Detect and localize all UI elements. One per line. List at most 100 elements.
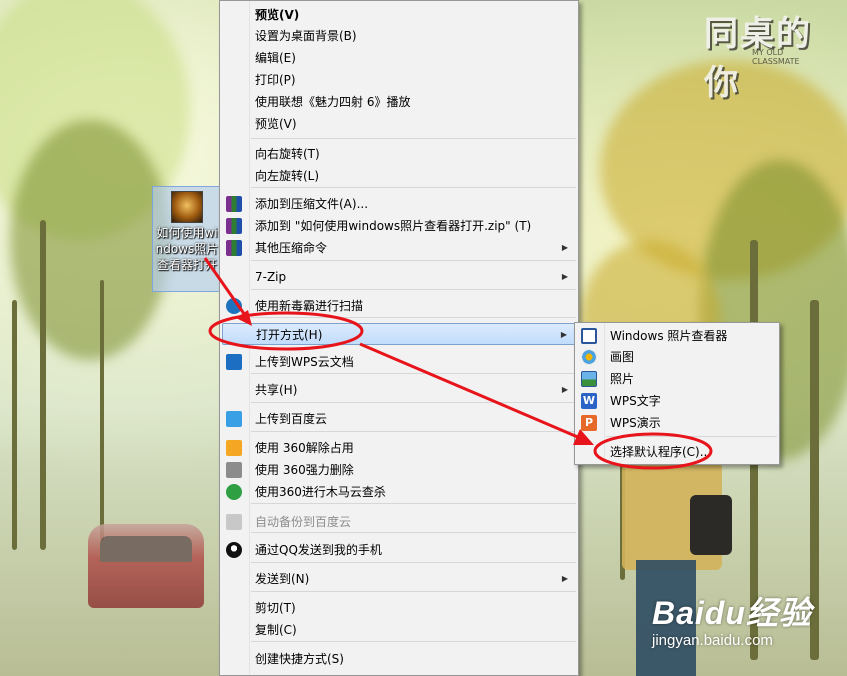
menu-item-label: 画图 bbox=[610, 350, 635, 364]
context-menu: 预览(V) 设置为桌面背景(B) 编辑(E) 打印(P) 使用联想《魅力四射 6》播放预… bbox=[219, 0, 579, 676]
menu-separator bbox=[251, 317, 576, 318]
menu-item-5[interactable]: 使用联想《魅力四射 6》播放 bbox=[222, 91, 576, 113]
menu-item-label: 7-Zip bbox=[255, 270, 287, 284]
menu-item-label: 编辑(E) bbox=[255, 51, 296, 65]
menu-item-label: 创建快捷方式(S) bbox=[255, 652, 344, 666]
menu-item-4[interactable]: W WPS文字 bbox=[577, 390, 777, 412]
baidu-watermark-logo: Baidu经验 bbox=[652, 595, 812, 631]
menu-item-9[interactable]: 添加到压缩文件(A)... bbox=[222, 193, 576, 215]
menu-separator bbox=[251, 187, 576, 188]
menu-item-label: 向右旋转(T) bbox=[255, 147, 320, 161]
menu-item-label: Windows 照片查看器 bbox=[610, 329, 728, 343]
wps-presentation-icon: P bbox=[581, 415, 597, 431]
menu-item-3[interactable]: 照片 bbox=[577, 368, 777, 390]
baidu-cloud-icon bbox=[226, 411, 242, 427]
menu-separator bbox=[251, 503, 576, 504]
menu-item-4[interactable]: 打印(P) bbox=[222, 69, 576, 91]
wps-writer-icon: W bbox=[581, 393, 597, 409]
winrar-icon bbox=[226, 240, 242, 256]
menu-item-19[interactable]: 使用 360强力删除 bbox=[222, 459, 576, 481]
menu-item-1[interactable]: 预览(V) bbox=[222, 4, 576, 26]
menu-separator bbox=[251, 260, 576, 261]
360-shred-icon bbox=[226, 462, 242, 478]
menu-item-12[interactable]: 7-Zip ▶ bbox=[222, 266, 576, 288]
image-file-thumbnail-icon bbox=[171, 191, 203, 223]
menu-item-22[interactable]: 通过QQ发送到我的手机 bbox=[222, 539, 576, 561]
menu-separator bbox=[251, 431, 576, 432]
menu-item-25[interactable]: 复制(C) bbox=[222, 619, 576, 641]
menu-item-label: 设置为桌面背景(B) bbox=[255, 29, 357, 43]
360-unlock-icon bbox=[226, 440, 242, 456]
360-trojan-scan-icon bbox=[226, 484, 242, 500]
menu-item-13[interactable]: 使用新毒霸进行扫描 bbox=[222, 295, 576, 317]
submenu-arrow-icon: ▶ bbox=[561, 574, 568, 583]
submenu-arrow-icon: ▶ bbox=[561, 243, 568, 252]
open-with-submenu: Windows 照片查看器 画图照片 W WPS文字 P WPS演示选择默认程序(C)..… bbox=[574, 322, 780, 465]
duba-antivirus-icon bbox=[226, 298, 242, 314]
menu-item-5[interactable]: P WPS演示 bbox=[577, 412, 777, 434]
menu-separator bbox=[251, 641, 576, 642]
menu-item-label: 使用360进行木马云查杀 bbox=[255, 485, 386, 499]
menu-item-label: 向左旋转(L) bbox=[255, 169, 320, 183]
menu-item-6[interactable]: 预览(V) bbox=[222, 113, 576, 135]
menu-item-label: 复制(C) bbox=[255, 623, 297, 637]
menu-separator bbox=[251, 289, 576, 290]
menu-item-label: 使用 360解除占用 bbox=[255, 441, 354, 455]
menu-item-label: 添加到压缩文件(A)... bbox=[255, 197, 369, 211]
menu-item-label: 共享(H) bbox=[255, 383, 298, 397]
menu-item-1[interactable]: Windows 照片查看器 bbox=[577, 325, 777, 347]
submenu-arrow-icon: ▶ bbox=[561, 385, 568, 394]
menu-item-8[interactable]: 向左旋转(L) bbox=[222, 165, 576, 187]
menu-separator bbox=[251, 562, 576, 563]
movie-subtitle: MY OLD CLASSMATE bbox=[752, 48, 800, 66]
winrar-icon bbox=[226, 218, 242, 234]
menu-item-label: WPS文字 bbox=[610, 394, 661, 408]
menu-separator bbox=[251, 532, 576, 533]
menu-item-label: 上传到WPS云文档 bbox=[255, 355, 354, 369]
menu-separator bbox=[251, 591, 576, 592]
menu-item-26[interactable]: 创建快捷方式(S) bbox=[222, 648, 576, 670]
menu-item-7[interactable]: 向右旋转(T) bbox=[222, 143, 576, 165]
qq-penguin-icon bbox=[226, 542, 242, 558]
menu-item-label: 通过QQ发送到我的手机 bbox=[255, 543, 382, 557]
menu-item-2[interactable]: 设置为桌面背景(B) bbox=[222, 25, 576, 47]
menu-item-label: 添加到 "如何使用windows照片查看器打开.zip" (T) bbox=[255, 219, 532, 233]
menu-item-label: 发送到(N) bbox=[255, 572, 310, 586]
menu-item-label: 上传到百度云 bbox=[255, 412, 328, 426]
menu-item-21: 自动备份到百度云 bbox=[222, 511, 576, 533]
baidu-watermark: Baidu经验 jingyan.baidu.com bbox=[652, 588, 812, 649]
menu-item-label: WPS演示 bbox=[610, 416, 661, 430]
menu-separator bbox=[251, 138, 576, 139]
menu-item-11[interactable]: 其他压缩命令 ▶ bbox=[222, 237, 576, 259]
menu-item-label: 预览(V) bbox=[255, 117, 297, 131]
paint-icon bbox=[581, 349, 597, 365]
menu-item-6[interactable]: 选择默认程序(C)... bbox=[577, 441, 777, 463]
baidu-backup-icon bbox=[226, 514, 242, 530]
menu-item-label: 使用 360强力删除 bbox=[255, 463, 354, 477]
menu-item-label: 预览(V) bbox=[255, 8, 300, 22]
photos-app-icon bbox=[581, 371, 597, 387]
menu-item-10[interactable]: 添加到 "如何使用windows照片查看器打开.zip" (T) bbox=[222, 215, 576, 237]
menu-item-label: 使用新毒霸进行扫描 bbox=[255, 299, 364, 313]
desktop-file-icon[interactable]: 如何使用windows照片查看器打开 bbox=[152, 186, 220, 292]
menu-item-18[interactable]: 使用 360解除占用 bbox=[222, 437, 576, 459]
menu-item-16[interactable]: 共享(H) ▶ bbox=[222, 379, 576, 401]
menu-item-24[interactable]: 剪切(T) bbox=[222, 597, 576, 619]
winrar-icon bbox=[226, 196, 242, 212]
menu-item-label: 打开方式(H) bbox=[256, 328, 323, 342]
menu-item-14[interactable]: 打开方式(H) ▶ bbox=[222, 323, 576, 345]
menu-item-20[interactable]: 使用360进行木马云查杀 bbox=[222, 481, 576, 503]
submenu-arrow-icon: ▶ bbox=[560, 330, 567, 339]
menu-item-17[interactable]: 上传到百度云 bbox=[222, 408, 576, 430]
menu-item-23[interactable]: 发送到(N) ▶ bbox=[222, 568, 576, 590]
menu-item-label: 选择默认程序(C)... bbox=[610, 445, 712, 459]
menu-item-2[interactable]: 画图 bbox=[577, 346, 777, 368]
submenu-arrow-icon: ▶ bbox=[561, 272, 568, 281]
menu-item-15[interactable]: 上传到WPS云文档 bbox=[222, 351, 576, 373]
wps-cloud-icon bbox=[226, 354, 242, 370]
menu-separator bbox=[251, 373, 576, 374]
menu-item-3[interactable]: 编辑(E) bbox=[222, 47, 576, 69]
menu-separator bbox=[251, 402, 576, 403]
photo-viewer-icon bbox=[581, 328, 597, 344]
menu-separator bbox=[606, 436, 777, 437]
